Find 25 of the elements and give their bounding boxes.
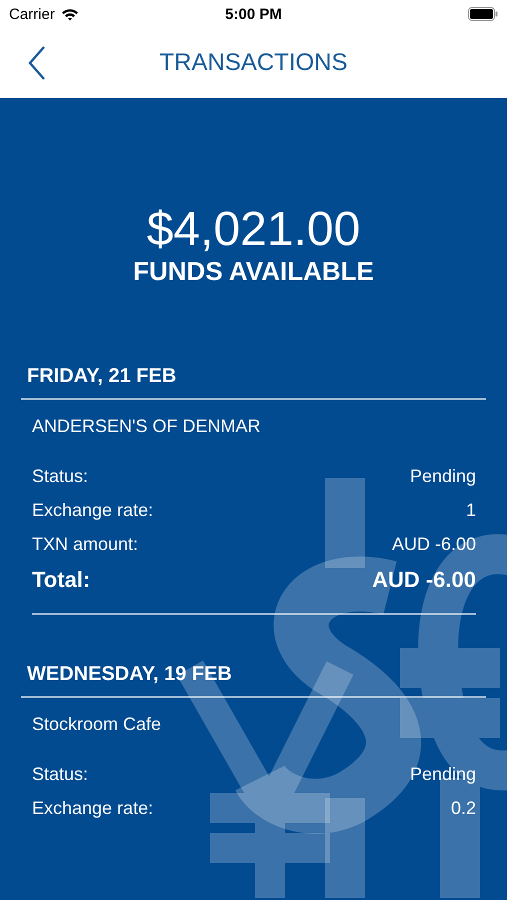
screen-title: TRANSACTIONS	[160, 49, 348, 77]
merchant-name: Stockroom Cafe	[32, 713, 162, 736]
clock-time: 5:00 PM	[225, 6, 282, 22]
field-label: Total:	[32, 566, 90, 594]
field-label: Status:	[32, 763, 88, 786]
field-value: 0.2	[450, 797, 476, 820]
field-label: Status:	[32, 465, 88, 488]
date-header: FRIDAY, 21 FEB	[26, 364, 178, 389]
carrier-label: Carrier	[9, 6, 55, 22]
field-value: Pending	[410, 763, 476, 786]
battery-icon	[468, 7, 498, 21]
field-label: Exchange rate:	[32, 499, 154, 522]
field-value: 1	[466, 499, 476, 522]
back-button[interactable]	[27, 45, 47, 81]
balance-label: FUNDS AVAILABLE	[133, 256, 374, 286]
field-label: TXN amount:	[32, 533, 138, 556]
field-value: Pending	[410, 465, 476, 488]
merchant-name: ANDERSEN'S OF DENMAR	[32, 415, 262, 438]
wifi-icon	[60, 8, 79, 20]
balance-amount: $4,021.00	[146, 202, 360, 258]
field-value: AUD -6.00	[392, 533, 476, 556]
date-header: WEDNESDAY, 19 FEB	[26, 662, 233, 687]
chevron-left-icon	[27, 45, 47, 81]
field-value: AUD -6.00	[372, 566, 476, 594]
field-label: Exchange rate:	[32, 797, 154, 820]
